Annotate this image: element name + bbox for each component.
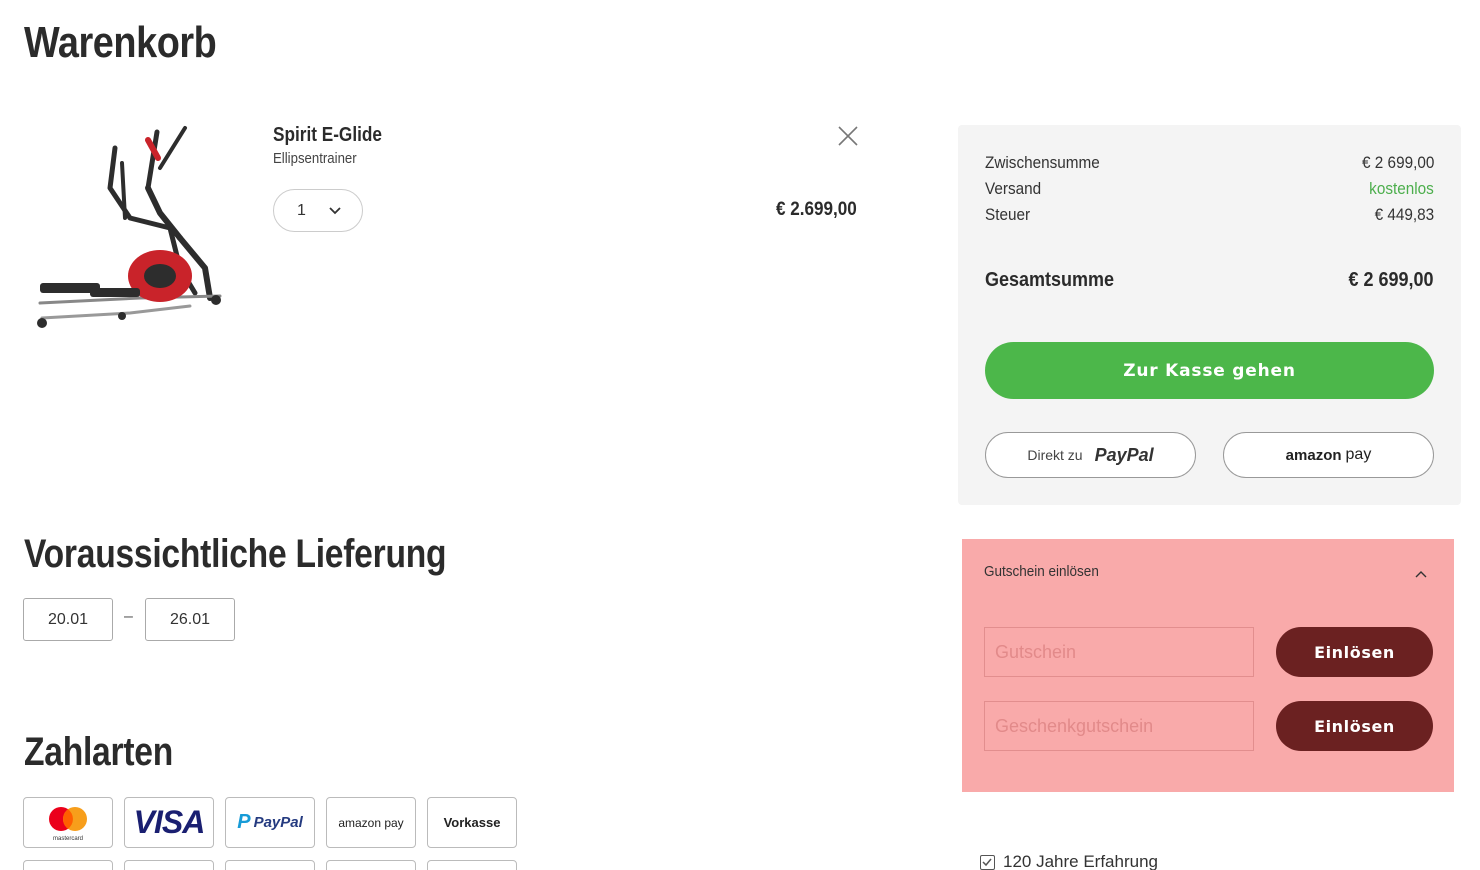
trust-item: 120 Jahre Erfahrung [980,852,1158,870]
total-value: € 2 699,00 [1348,269,1434,291]
tax-value: € 449,83 [1374,205,1434,224]
svg-text:mastercard: mastercard [53,836,83,842]
chevron-up-icon[interactable] [1414,567,1428,581]
payment-title: Zahlarten [24,730,173,774]
voucher-panel: Gutschein einlösen Einlösen Einlösen [962,539,1454,792]
product-name[interactable]: Spirit E-Glide [273,124,382,147]
quantity-select[interactable]: 1 [273,189,363,232]
amazon-pay-suffix: pay [1345,446,1372,463]
check-icon [980,854,995,870]
total-label: Gesamtsumme [985,269,1115,291]
prepayment-badge: Vorkasse [427,797,517,848]
paypal-prefix: Direkt zu [1027,447,1083,463]
paypal-icon: P PayPal [237,811,303,833]
close-icon[interactable] [836,124,860,148]
total-row: Gesamtsumme € 2 699,00 [985,269,1434,292]
delivery-date-to: 26.01 [145,598,235,641]
trust-experience: 120 Jahre Erfahrung [1003,852,1158,870]
payment-badge-row2 [427,860,517,870]
subtotal-row: Zwischensumme € 2 699,00 [985,153,1434,173]
mastercard-icon: mastercard [49,806,87,842]
paypal-logo: PayPal [1094,444,1154,465]
prepayment-label: Vorkasse [443,815,501,830]
quantity-value: 1 [297,201,306,219]
visa-badge: VISA [124,797,214,848]
item-price: € 2.699,00 [776,199,857,220]
payment-badge-row2 [225,860,315,870]
chevron-down-icon [329,207,341,215]
amazonpay-badge: amazon pay [326,797,416,848]
shipping-row: Versand kostenlos [985,179,1434,199]
paypal-express-button[interactable]: Direkt zu PayPal [985,432,1196,478]
mastercard-badge: mastercard [23,797,113,848]
shipping-value: kostenlos [1369,179,1434,198]
payment-badge-row2 [23,860,113,870]
redeem-gift-card-button[interactable]: Einlösen [1276,701,1433,751]
voucher-header[interactable]: Gutschein einlösen [984,563,1099,580]
checkout-button[interactable]: Zur Kasse gehen [985,342,1434,399]
page-title: Warenkorb [24,18,217,67]
amazon-pay-button[interactable]: amazon pay [1223,432,1434,478]
amazonpay-icon: amazon pay [338,815,404,830]
amazon-logo: amazon [1285,446,1342,464]
delivery-title: Voraussichtliche Lieferung [24,532,447,576]
payment-badge-row2 [124,860,214,870]
order-summary: Zwischensumme € 2 699,00 Versand kostenl… [958,125,1461,505]
visa-icon: VISA [133,804,206,840]
gift-card-input[interactable] [984,701,1254,751]
shipping-label: Versand [985,179,1042,198]
payment-badge-row2 [326,860,416,870]
delivery-date-from: 20.01 [23,598,113,641]
redeem-coupon-button[interactable]: Einlösen [1276,627,1433,677]
coupon-input[interactable] [984,627,1254,677]
tax-label: Steuer [985,205,1031,224]
date-separator: – [124,608,133,625]
paypal-badge: P PayPal [225,797,315,848]
product-category: Ellipsentrainer [273,150,357,167]
subtotal-value: € 2 699,00 [1361,153,1434,172]
tax-row: Steuer € 449,83 [985,205,1434,225]
subtotal-label: Zwischensumme [985,153,1100,172]
product-image[interactable] [30,118,230,343]
